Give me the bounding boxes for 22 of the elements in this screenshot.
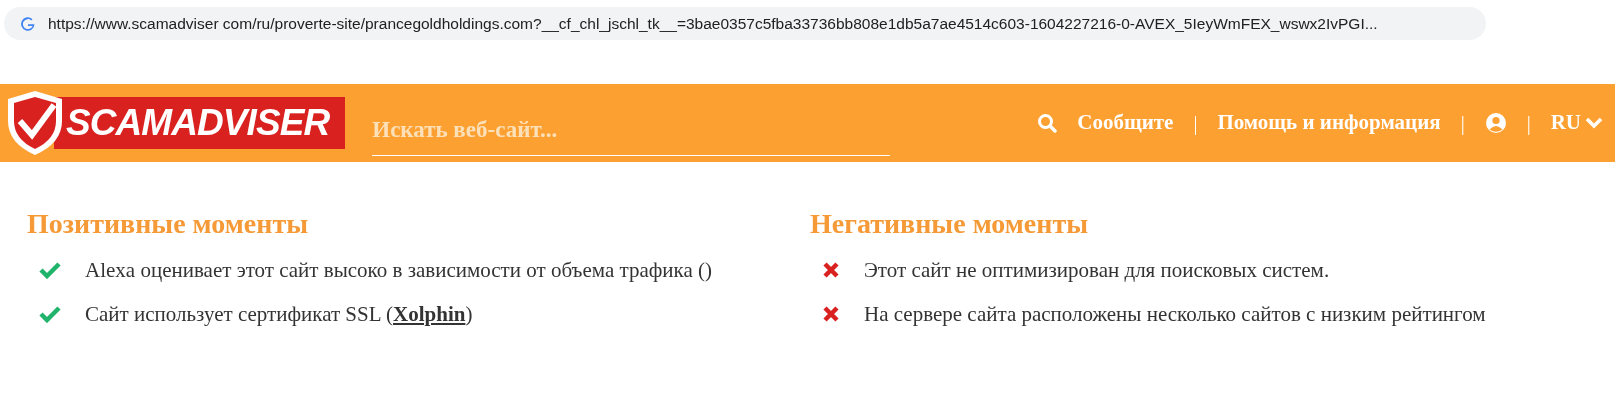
search-field[interactable]: Искать веб-сайт... bbox=[372, 112, 891, 156]
chevron-down-icon bbox=[1585, 117, 1603, 129]
nav-separator: | bbox=[1460, 111, 1465, 137]
point-text: На сервере сайта расположены несколько сайтов с низким рейтингом bbox=[864, 301, 1486, 327]
check-icon bbox=[39, 305, 61, 323]
nav-separator: | bbox=[1193, 111, 1198, 137]
check-icon bbox=[39, 261, 61, 279]
point-text: Этот сайт не оптимизирован для поисковых систем. bbox=[864, 257, 1330, 283]
section-heading: Позитивные моменты bbox=[27, 207, 309, 241]
url-text: https://www.scamadviser com/ru/proverte-site/prancegoldholdings.com?__cf_chl_jschl_tk__=3bae0357c5fba33736bb808e1db5a7ae4514c603-1604227216-0-AVEX_5IeyWmFEX_wswx2IvPGI... bbox=[48, 13, 1378, 34]
nav-separator: | bbox=[1526, 111, 1531, 137]
cross-icon bbox=[822, 261, 840, 279]
issuer-link[interactable]: Xolphin bbox=[393, 302, 466, 326]
logo[interactable]: SCAMADVISER bbox=[4, 90, 346, 156]
google-icon bbox=[20, 15, 36, 32]
section-heading: Негативные моменты bbox=[810, 207, 1090, 241]
user-icon[interactable] bbox=[1484, 112, 1507, 134]
address-bar[interactable]: https://www.scamadviser com/ru/proverte-site/prancegoldholdings.com?__cf_chl_jschl_tk__=3bae0357c5fba33736bb808e1db5a7ae4514c603-1604227216-0-AVEX_5IeyWmFEX_wswx2IvPGI... bbox=[4, 7, 1486, 40]
search-icon[interactable] bbox=[1037, 113, 1058, 133]
point-text: Alexa оценивает этот сайт высоко в зависимости от объема трафика () bbox=[85, 257, 713, 283]
point-text: Сайт использует сертификат SSL (Xolphin) bbox=[85, 301, 473, 327]
cross-icon bbox=[822, 305, 840, 323]
